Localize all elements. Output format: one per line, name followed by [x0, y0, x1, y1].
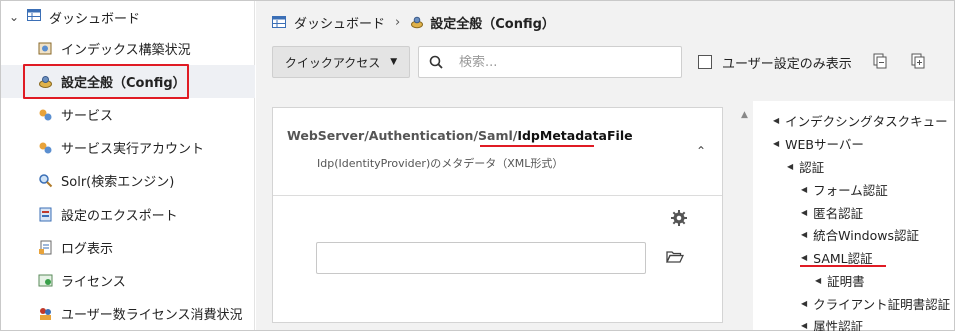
sidebar-item-log[interactable]: ログ表示 — [1, 231, 255, 264]
setting-description: Idp(IdentityProvider)のメタデータ（XML形式） — [317, 157, 564, 170]
triangle-left-icon: ◀ — [773, 115, 780, 125]
sidebar-item-label: ライセンス — [61, 275, 126, 290]
tree-node-label: 匿名認証 — [813, 205, 864, 221]
sidebar: ⌄ ダッシュボード インデックス構築状況 設定全般（Config） サービス サ… — [1, 1, 255, 330]
tree-node-label: クライアント証明書認証 — [813, 296, 951, 312]
caret-down-icon: ▼ — [390, 57, 398, 67]
sidebar-item-service-account[interactable]: サービス実行アカウント — [1, 131, 255, 164]
tree-node-label: 統合Windows認証 — [813, 227, 919, 243]
tree-node-saml[interactable]: ◀ SAML認証 — [801, 248, 873, 266]
setting-value-input[interactable] — [316, 242, 646, 274]
triangle-left-icon: ◀ — [773, 138, 780, 148]
collapse-all-icon[interactable] — [872, 53, 890, 71]
config-tree: ◀ インデクシングタスクキュー ◀ WEBサーバー ◀ 認証 ◀ フォーム認証 ◀ 匿名認… — [753, 101, 954, 331]
folder-open-icon[interactable] — [666, 250, 684, 266]
setting-card-header[interactable]: WebServer/Authentication/Saml/IdpMetadat… — [273, 108, 722, 196]
tree-node[interactable]: ◀ インデクシングタスクキュー — [773, 111, 948, 129]
tree-node[interactable]: ◀ クライアント証明書認証 — [801, 294, 950, 312]
gear-icon[interactable] — [670, 209, 688, 227]
tree-node[interactable]: ◀ 証明書 — [815, 271, 865, 289]
main-panel: ダッシュボード › 設定全般（Config） クイックアクセス ▼ ユーザー設定… — [256, 1, 954, 331]
service-account-icon — [37, 140, 53, 156]
tree-node-label: WEBサーバー — [785, 136, 864, 152]
setting-key: IdpMetadataFile — [517, 128, 633, 143]
dashboard-icon — [27, 9, 41, 25]
sidebar-item-service[interactable]: サービス — [1, 98, 255, 131]
tree-node-label: 証明書 — [827, 273, 865, 289]
sidebar-item-label: 設定のエクスポート — [61, 209, 178, 224]
breadcrumb-separator: › — [395, 14, 401, 30]
config-icon — [410, 15, 424, 29]
search-input[interactable] — [459, 54, 659, 70]
dashboard-icon — [272, 16, 286, 28]
expand-all-icon[interactable] — [910, 53, 928, 71]
tree-node-label: SAML認証 — [813, 250, 873, 266]
breadcrumb-root[interactable]: ダッシュボード — [294, 13, 385, 32]
breadcrumb-current: 設定全般（Config） — [430, 16, 555, 32]
breadcrumb: ダッシュボード › 設定全般（Config） — [272, 11, 555, 33]
setting-path-prefix: WebServer/Authentication/Saml/ — [287, 128, 518, 143]
service-icon — [37, 107, 53, 123]
setting-card: WebServer/Authentication/Saml/IdpMetadat… — [272, 107, 723, 323]
sidebar-item-label: ユーザー数ライセンス消費状況 — [61, 308, 243, 323]
tree-node-label: フォーム認証 — [813, 182, 888, 198]
triangle-left-icon: ◀ — [801, 207, 808, 217]
sidebar-item-label: サービス実行アカウント — [61, 142, 205, 157]
search-box[interactable] — [418, 46, 682, 78]
user-only-label: ユーザー設定のみ表示 — [722, 56, 852, 72]
tree-scrollbar[interactable] — [735, 101, 751, 330]
sidebar-item-export[interactable]: 設定のエクスポート — [1, 198, 255, 231]
tree-node[interactable]: ◀ フォーム認証 — [801, 180, 888, 198]
triangle-left-icon: ◀ — [801, 320, 808, 330]
index-icon — [37, 41, 53, 57]
scroll-up-icon[interactable]: ▲ — [741, 110, 748, 120]
tree-node[interactable]: ◀ 統合Windows認証 — [801, 225, 919, 243]
sidebar-root-dashboard[interactable]: ⌄ ダッシュボード — [9, 7, 140, 27]
sidebar-item-label: サービス — [61, 109, 114, 124]
tree-node-label: インデクシングタスクキュー — [785, 113, 948, 129]
user-only-checkbox[interactable] — [698, 55, 712, 69]
search-icon — [429, 55, 443, 69]
setting-path: WebServer/Authentication/Saml/IdpMetadat… — [287, 128, 633, 143]
license-icon — [37, 273, 53, 289]
search-engine-icon — [37, 173, 53, 189]
sidebar-item-index-status[interactable]: インデックス構築状況 — [1, 32, 255, 65]
triangle-left-icon: ◀ — [801, 229, 808, 239]
tree-node[interactable]: ◀ WEBサーバー — [773, 134, 864, 152]
sidebar-root-label: ダッシュボード — [49, 11, 141, 27]
quick-access-button[interactable]: クイックアクセス ▼ — [272, 46, 410, 78]
tree-node[interactable]: ◀ 認証 — [787, 157, 824, 175]
chevron-down-icon: ⌄ — [9, 10, 20, 24]
tree-node-label: 認証 — [799, 159, 825, 175]
key-underline — [480, 145, 594, 147]
sidebar-item-solr[interactable]: Solr(検索エンジン) — [1, 164, 255, 197]
sidebar-item-license[interactable]: ライセンス — [1, 264, 255, 297]
triangle-left-icon: ◀ — [815, 275, 822, 285]
sidebar-item-user-license[interactable]: ユーザー数ライセンス消費状況 — [1, 297, 255, 330]
export-icon — [37, 207, 53, 223]
quick-access-label: クイックアクセス — [284, 55, 381, 70]
toolbar: クイックアクセス ▼ ユーザー設定のみ表示 — [272, 46, 928, 78]
tree-node-label: 属性認証 — [813, 318, 864, 331]
log-icon — [37, 240, 53, 256]
triangle-left-icon: ◀ — [787, 161, 794, 171]
tree-node[interactable]: ◀ 匿名認証 — [801, 203, 863, 221]
user-license-icon — [37, 306, 53, 322]
user-only-toggle[interactable]: ユーザー設定のみ表示 — [698, 53, 852, 72]
sidebar-item-label: Solr(検索エンジン) — [61, 175, 175, 190]
triangle-left-icon: ◀ — [801, 184, 808, 194]
saml-underline — [800, 265, 886, 267]
chevron-up-icon[interactable]: ⌃ — [696, 144, 706, 158]
tree-node[interactable]: ◀ 属性認証 — [801, 316, 863, 331]
sidebar-item-label: インデックス構築状況 — [61, 43, 191, 58]
triangle-left-icon: ◀ — [801, 298, 808, 308]
sidebar-item-label: ログ表示 — [61, 242, 114, 257]
triangle-left-icon: ◀ — [801, 252, 808, 262]
highlight-box — [23, 64, 189, 99]
